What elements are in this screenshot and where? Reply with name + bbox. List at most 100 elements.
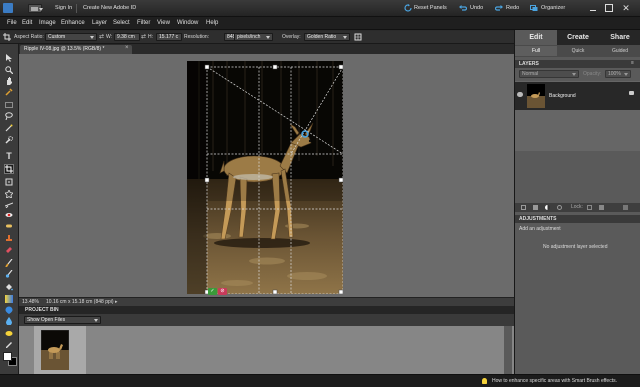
new-layer-icon[interactable] bbox=[521, 205, 526, 210]
red-eye-tool-icon[interactable] bbox=[5, 211, 13, 219]
width-field[interactable]: 9.38 cm bbox=[114, 33, 140, 41]
quick-selection-tool-icon[interactable] bbox=[5, 136, 13, 144]
tab-create[interactable]: Create bbox=[557, 30, 599, 45]
tab-share[interactable]: Share bbox=[599, 30, 640, 45]
adjustments-panel-header[interactable]: ADJUSTMENTS bbox=[515, 215, 640, 223]
height-field[interactable]: 15.177 c bbox=[156, 33, 182, 41]
shape-tool-icon[interactable] bbox=[5, 306, 13, 314]
tab-edit[interactable]: Edit bbox=[515, 30, 557, 45]
new-group-icon[interactable] bbox=[533, 205, 538, 210]
undo-button[interactable]: Undo bbox=[470, 5, 483, 11]
gradient-tool-icon[interactable] bbox=[5, 295, 13, 303]
close-button[interactable]: ✕ bbox=[621, 3, 631, 13]
menu-file[interactable]: File bbox=[7, 20, 17, 26]
status-menu-arrow-icon[interactable]: ▸ bbox=[115, 299, 118, 305]
move-tool-icon[interactable] bbox=[5, 54, 13, 62]
menu-image[interactable]: Image bbox=[39, 20, 56, 26]
layer-thumbnail bbox=[527, 84, 545, 108]
straighten-tool-icon[interactable] bbox=[4, 200, 14, 209]
crop-commit-button[interactable]: ✓ bbox=[208, 288, 217, 295]
resolution-unit-select[interactable]: pixels/inch bbox=[234, 33, 273, 41]
layer-visibility-icon[interactable] bbox=[517, 92, 523, 97]
minimize-button[interactable] bbox=[589, 4, 597, 12]
adjustment-layer-icon[interactable] bbox=[545, 205, 550, 210]
hand-tool-icon[interactable] bbox=[5, 77, 13, 85]
marquee-tool-icon[interactable] bbox=[5, 101, 13, 109]
subtab-full[interactable]: Full bbox=[515, 46, 557, 56]
layer-mask-icon[interactable] bbox=[557, 205, 562, 210]
menu-help[interactable]: Help bbox=[206, 20, 218, 26]
menu-filter[interactable]: Filter bbox=[137, 20, 150, 26]
layers-panel-title: LAYERS bbox=[519, 61, 539, 67]
blend-mode-select[interactable]: Normal bbox=[519, 70, 579, 78]
maximize-button[interactable] bbox=[605, 4, 613, 12]
redo-button[interactable]: Redo bbox=[506, 5, 519, 11]
blur-tool-icon[interactable] bbox=[5, 317, 13, 326]
open-file-thumbnail[interactable] bbox=[34, 326, 86, 374]
status-bar: 13.48% 10.16 cm x 15.18 cm (848 ppi) ▸ bbox=[19, 297, 514, 306]
menu-enhance[interactable]: Enhance bbox=[61, 20, 85, 26]
menu-edit[interactable]: Edit bbox=[22, 20, 32, 26]
bottom-tip-bar: How to enhance specific areas with Smart… bbox=[0, 374, 640, 387]
crop-tool-preset-icon[interactable] bbox=[3, 33, 11, 41]
subtab-quick[interactable]: Quick bbox=[557, 46, 599, 56]
delete-layer-icon[interactable] bbox=[623, 205, 628, 210]
lasso-tool-icon[interactable] bbox=[5, 112, 13, 121]
redo-icon[interactable] bbox=[495, 4, 503, 12]
foreground-color-swatch[interactable] bbox=[3, 352, 12, 361]
sign-in-link[interactable]: Sign In bbox=[55, 5, 72, 11]
crop-tool-icon[interactable] bbox=[4, 164, 14, 174]
magic-wand-tool-icon[interactable] bbox=[5, 124, 13, 132]
reset-panels-icon[interactable] bbox=[404, 4, 412, 12]
lock-label: Lock: bbox=[571, 204, 583, 210]
pencil-tool-icon[interactable] bbox=[5, 340, 13, 348]
reset-panels-button[interactable]: Reset Panels bbox=[414, 5, 447, 11]
menu-view[interactable]: View bbox=[157, 20, 170, 26]
layers-panel-header[interactable]: LAYERS bbox=[515, 60, 640, 68]
crop-cancel-button[interactable]: ⊘ bbox=[218, 288, 227, 295]
tip-text[interactable]: How to enhance specific areas with Smart… bbox=[492, 378, 617, 384]
undo-icon[interactable] bbox=[459, 4, 467, 12]
smart-brush-tool-icon[interactable] bbox=[5, 269, 13, 278]
subtab-guided[interactable]: Guided bbox=[599, 46, 640, 56]
layer-row-background[interactable]: Background bbox=[515, 82, 640, 110]
rotate-overlay-icon[interactable] bbox=[354, 33, 362, 41]
menu-layer[interactable]: Layer bbox=[92, 20, 107, 26]
panel-menu-icon[interactable]: ≡ bbox=[631, 60, 634, 66]
lock-all-icon[interactable] bbox=[599, 205, 604, 210]
bin-scrollbar[interactable] bbox=[504, 326, 512, 374]
show-open-files-select[interactable]: Show Open Files bbox=[24, 316, 101, 324]
menu-window[interactable]: Window bbox=[177, 20, 198, 26]
create-adobe-id-link[interactable]: Create New Adobe ID bbox=[83, 5, 136, 11]
type-tool-icon[interactable]: T bbox=[5, 152, 13, 161]
adjustments-panel-title: ADJUSTMENTS bbox=[519, 216, 557, 222]
opacity-field[interactable]: 100% bbox=[605, 70, 631, 78]
project-bin-header[interactable]: PROJECT BIN bbox=[19, 306, 514, 314]
swap-dimensions-icon[interactable]: ⇄ bbox=[99, 33, 104, 40]
document-tab-close-icon[interactable]: × bbox=[125, 45, 129, 51]
document-tab[interactable]: Ripple IV-08.jpg @ 13.5% (RGB/8) * bbox=[20, 45, 132, 54]
zoom-tool-icon[interactable] bbox=[5, 66, 14, 75]
overlay-select[interactable]: Golden Ratio bbox=[304, 33, 350, 41]
brush-tool-icon[interactable] bbox=[5, 258, 13, 268]
recompose-tool-icon[interactable] bbox=[5, 178, 13, 186]
overlay-label: Overlay: bbox=[282, 34, 301, 40]
swap-width-height-icon[interactable]: ⇄ bbox=[141, 33, 146, 40]
layer-name: Background bbox=[549, 93, 576, 99]
width-label: W: bbox=[106, 34, 113, 40]
cookie-cutter-tool-icon[interactable] bbox=[4, 189, 14, 199]
lock-transparency-icon[interactable] bbox=[587, 205, 592, 210]
toolbox: T bbox=[0, 44, 19, 374]
deer-photo[interactable] bbox=[187, 61, 343, 294]
organizer-icon[interactable] bbox=[530, 4, 538, 12]
paint-bucket-tool-icon[interactable] bbox=[5, 283, 13, 291]
sponge-tool-icon[interactable] bbox=[5, 329, 13, 337]
aspect-ratio-select[interactable]: Custom bbox=[45, 33, 97, 41]
clone-stamp-tool-icon[interactable] bbox=[5, 234, 13, 242]
eyedropper-tool-icon[interactable] bbox=[5, 88, 13, 96]
organizer-button[interactable]: Organizer bbox=[541, 5, 565, 11]
menu-select[interactable]: Select bbox=[113, 20, 130, 26]
workspace-menu-button[interactable] bbox=[28, 4, 43, 13]
spot-healing-tool-icon[interactable] bbox=[5, 222, 13, 230]
eraser-tool-icon[interactable] bbox=[5, 245, 13, 253]
